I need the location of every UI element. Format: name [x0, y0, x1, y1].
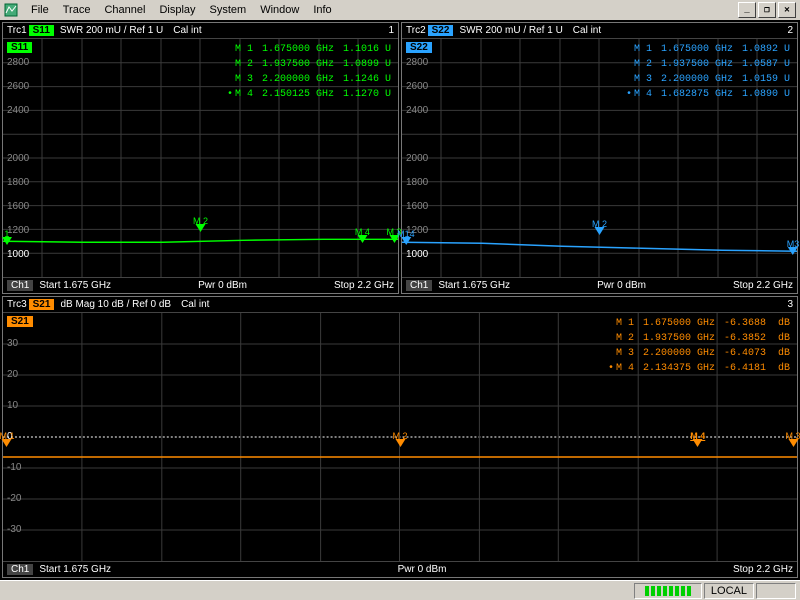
panel-header-trc1: Trc1 S11 SWR 200 mU / Ref 1 U Cal int 1 [3, 23, 398, 39]
cal-status: Cal int [173, 25, 201, 36]
marker-readout-trc1: M 11.675000 GHz1.1016 U M 21.937500 GHz1… [219, 41, 394, 103]
ytick: 2600 [406, 81, 428, 92]
panel-footer-trc3: Ch1 Start 1.675 GHz Pwr 0 dBm Stop 2.2 G… [3, 561, 797, 577]
power[interactable]: Pwr 0 dBm [198, 280, 247, 291]
power[interactable]: Pwr 0 dBm [398, 564, 447, 575]
channel-badge[interactable]: Ch1 [7, 564, 33, 575]
ytick: 2400 [406, 105, 428, 116]
content-area: Trc1 S11 SWR 200 mU / Ref 1 U Cal int 1 [0, 20, 800, 580]
cal-status: Cal int [181, 299, 209, 310]
param-tag-s11[interactable]: S11 [29, 25, 54, 36]
ytick: 30 [7, 338, 18, 349]
status-led-strip [634, 583, 702, 599]
menu-channel[interactable]: Channel [97, 2, 152, 18]
param-label-in: S22 [406, 42, 432, 53]
menu-info[interactable]: Info [306, 2, 338, 18]
ytick: 1600 [7, 201, 29, 212]
marker-flag-m1[interactable]: M14 [397, 229, 415, 245]
marker-flag-m4[interactable]: M 4 [690, 431, 705, 447]
ytick: -20 [7, 493, 21, 504]
panel-header-trc2: Trc2 S22 SWR 200 mU / Ref 1 U Cal int 2 [402, 23, 797, 39]
marker-flag-m3[interactable]: M 3 [786, 431, 800, 447]
trace-label: Trc2 [406, 25, 426, 36]
statusbar: LOCAL [0, 580, 800, 600]
param-tag-s21[interactable]: S21 [29, 299, 55, 310]
ytick: 2600 [7, 81, 29, 92]
menu-window[interactable]: Window [253, 2, 306, 18]
start-freq[interactable]: Start 1.675 GHz [39, 564, 111, 575]
status-local[interactable]: LOCAL [704, 583, 754, 599]
panel-trc1[interactable]: Trc1 S11 SWR 200 mU / Ref 1 U Cal int 1 [2, 22, 399, 294]
trace-label: Trc1 [7, 25, 27, 36]
menu-system[interactable]: System [203, 2, 254, 18]
menu-file[interactable]: File [24, 2, 56, 18]
panel-trc2[interactable]: Trc2 S22 SWR 200 mU / Ref 1 U Cal int 2 [401, 22, 798, 294]
start-freq[interactable]: Start 1.675 GHz [39, 280, 111, 291]
panel-footer-trc1: Ch1 Start 1.675 GHz Pwr 0 dBm Stop 2.2 G… [3, 277, 398, 293]
app-icon [4, 3, 18, 17]
marker-flag-m1[interactable]: 1 [2, 229, 12, 245]
panel-trc3[interactable]: Trc3 S21 dB Mag 10 dB / Ref 0 dB Cal int… [2, 296, 798, 578]
ytick: 2400 [7, 105, 29, 116]
stop-freq[interactable]: Stop 2.2 GHz [334, 280, 394, 291]
panel-index: 1 [388, 25, 394, 36]
ytick: -30 [7, 524, 21, 535]
param-label-in: S11 [7, 42, 32, 53]
menubar: File Trace Channel Display System Window… [0, 0, 800, 20]
maximize-button[interactable]: ❐ [758, 2, 776, 18]
plot-area-trc2[interactable]: S22 2800 2600 2400 2000 1800 1600 1200 1… [402, 39, 797, 277]
ytick: 2000 [406, 153, 428, 164]
ytick: -10 [7, 462, 21, 473]
panel-footer-trc2: Ch1 Start 1.675 GHz Pwr 0 dBm Stop 2.2 G… [402, 277, 797, 293]
panel-index: 2 [787, 25, 793, 36]
cal-status: Cal int [573, 25, 601, 36]
power[interactable]: Pwr 0 dBm [597, 280, 646, 291]
marker-readout-trc3: M 11.675000 GHz-6.3688 dB M 21.937500 GH… [600, 315, 793, 377]
status-empty [756, 583, 796, 599]
start-freq[interactable]: Start 1.675 GHz [438, 280, 510, 291]
menu-trace[interactable]: Trace [56, 2, 98, 18]
application-window: File Trace Channel Display System Window… [0, 0, 800, 600]
channel-badge[interactable]: Ch1 [7, 280, 33, 291]
trace-meta: dB Mag 10 dB / Ref 0 dB [60, 299, 171, 310]
ytick: 2000 [7, 153, 29, 164]
marker-flag-m2[interactable]: M 2 [193, 216, 208, 232]
marker-flag-m2[interactable]: M 2 [592, 219, 607, 235]
marker-readout-trc2: M 11.675000 GHz1.0892 U M 21.937500 GHz1… [618, 41, 793, 103]
trace-meta: SWR 200 mU / Ref 1 U [459, 25, 562, 36]
trace-label: Trc3 [7, 299, 27, 310]
ytick: 1600 [406, 201, 428, 212]
ytick: 10 [7, 400, 18, 411]
panel-header-trc3: Trc3 S21 dB Mag 10 dB / Ref 0 dB Cal int… [3, 297, 797, 313]
channel-badge[interactable]: Ch1 [406, 280, 432, 291]
ytick: 2800 [7, 57, 29, 68]
param-label-in: S21 [7, 316, 33, 327]
marker-flag-m4[interactable]: M 4 [355, 227, 370, 243]
plot-area-trc1[interactable]: S11 2800 2600 2400 2000 1800 1600 1200 1… [3, 39, 398, 277]
marker-flag-m3[interactable]: M3 [787, 239, 800, 255]
ytick-ref: 1000 [7, 249, 29, 260]
ytick: 1800 [7, 177, 29, 188]
panel-index: 3 [787, 299, 793, 310]
ytick: 1800 [406, 177, 428, 188]
marker-flag-m1[interactable]: M 1 [0, 431, 14, 447]
stop-freq[interactable]: Stop 2.2 GHz [733, 280, 793, 291]
marker-flag-m2[interactable]: M 2 [392, 431, 407, 447]
plot-area-trc3[interactable]: S21 30 20 10 0 -10 -20 -30 M 11.675000 G… [3, 313, 797, 561]
menu-display[interactable]: Display [152, 2, 202, 18]
close-button[interactable]: ✕ [778, 2, 796, 18]
trace-meta: SWR 200 mU / Ref 1 U [60, 25, 163, 36]
param-tag-s22[interactable]: S22 [428, 25, 454, 36]
minimize-button[interactable]: _ [738, 2, 756, 18]
ytick-ref: 1000 [406, 249, 428, 260]
ytick: 20 [7, 369, 18, 380]
stop-freq[interactable]: Stop 2.2 GHz [733, 564, 793, 575]
ytick: 2800 [406, 57, 428, 68]
